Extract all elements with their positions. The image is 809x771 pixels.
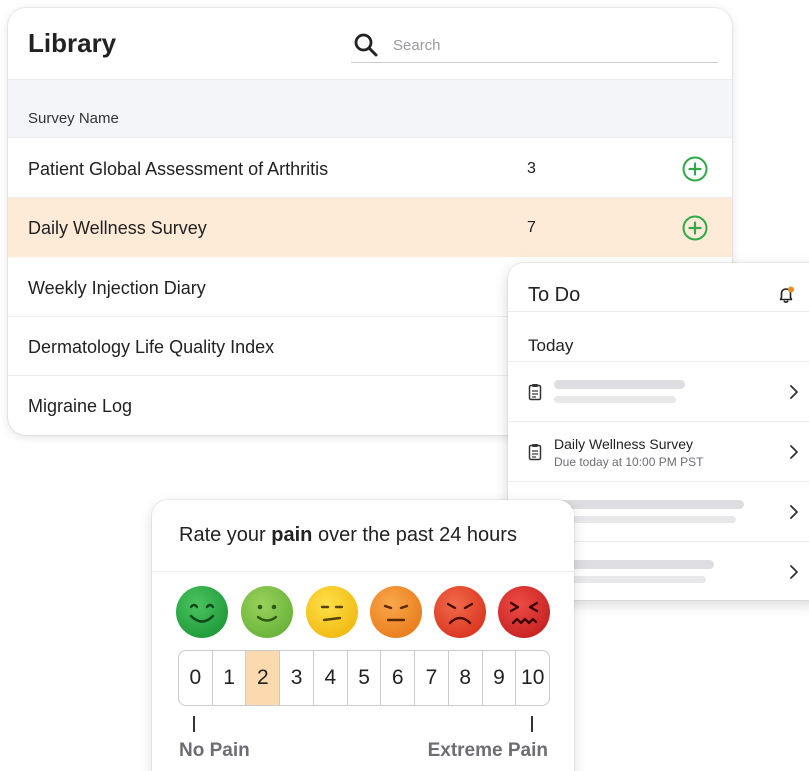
survey-name: Daily Wellness Survey [28,218,207,238]
scale-option-6[interactable]: 6 [381,651,416,705]
scale-min-tick [193,716,195,732]
column-header-survey-name: Survey Name [28,110,119,127]
chevron-right-icon [790,565,798,579]
survey-count: 7 [527,219,536,236]
loading-placeholder [554,576,706,583]
pain-scale: 0 1 2 3 4 5 6 7 8 9 10 [178,650,550,706]
survey-name: Patient Global Assessment of Arthritis [28,159,329,179]
bell-icon[interactable] [776,285,796,305]
scale-option-9[interactable]: 9 [483,651,517,705]
scale-option-8[interactable]: 8 [449,651,483,705]
loading-placeholder [554,396,676,403]
very-happy-face-icon[interactable] [175,585,229,639]
scale-option-4[interactable]: 4 [314,651,348,705]
plus-circle-icon[interactable] [682,215,708,241]
todo-item-due: Due today at 10:00 PM PST [554,455,704,469]
scale-min-label: No Pain [179,740,250,761]
chevron-right-icon [790,505,798,519]
neutral-face-icon[interactable] [305,585,359,639]
todo-item-name: Daily Wellness Survey [554,436,694,452]
clipboard-icon [528,444,542,461]
loading-placeholder [554,380,685,389]
pain-rating-card: Rate your pain over the past 24 hours 0 … [152,500,574,771]
todo-item-daily-wellness-survey[interactable]: Daily Wellness Survey Due today at 10:00… [508,421,809,481]
question-text: over the past 24 hours [312,524,517,546]
loading-placeholder [554,516,736,523]
scale-option-0[interactable]: 0 [179,651,213,705]
plus-circle-icon[interactable] [682,156,708,182]
worst-pain-face-icon[interactable] [497,585,551,639]
scale-max-tick [531,716,533,732]
survey-name: Weekly Injection Diary [28,278,206,298]
table-row[interactable]: Patient Global Assessment of Arthritis 3 [8,139,732,198]
scale-option-7[interactable]: 7 [415,651,449,705]
scale-option-3[interactable]: 3 [280,651,314,705]
divider [152,571,574,572]
chevron-right-icon [790,385,798,399]
pain-question: Rate your pain over the past 24 hours [179,524,517,547]
question-text: Rate your [179,524,272,546]
table-row[interactable]: Daily Wellness Survey 7 [8,198,732,257]
section-title-today: Today [528,336,574,355]
loading-placeholder [554,500,744,509]
scale-option-1[interactable]: 1 [213,651,247,705]
very-sad-face-icon[interactable] [433,585,487,639]
todo-title: To Do [528,284,581,306]
search-input[interactable] [393,33,703,57]
scale-option-5[interactable]: 5 [348,651,382,705]
todo-item[interactable] [508,361,809,421]
question-emphasis: pain [271,524,313,546]
clipboard-icon [528,384,542,401]
library-title: Library [28,28,117,58]
search-bar [351,31,718,63]
survey-count: 3 [527,160,536,177]
survey-name: Migraine Log [28,396,133,416]
chevron-right-icon [790,445,798,459]
scale-option-10[interactable]: 10 [516,651,549,705]
library-header: Library [8,8,732,80]
divider [508,311,809,312]
sad-face-icon[interactable] [369,585,423,639]
survey-table-header: Survey Name [8,80,732,138]
scale-option-2[interactable]: 2 [246,651,281,705]
loading-placeholder [554,560,714,569]
scale-max-label: Extreme Pain [427,740,548,761]
survey-name: Dermatology Life Quality Index [28,337,275,357]
happy-face-icon[interactable] [240,585,294,639]
search-icon[interactable] [353,32,379,58]
